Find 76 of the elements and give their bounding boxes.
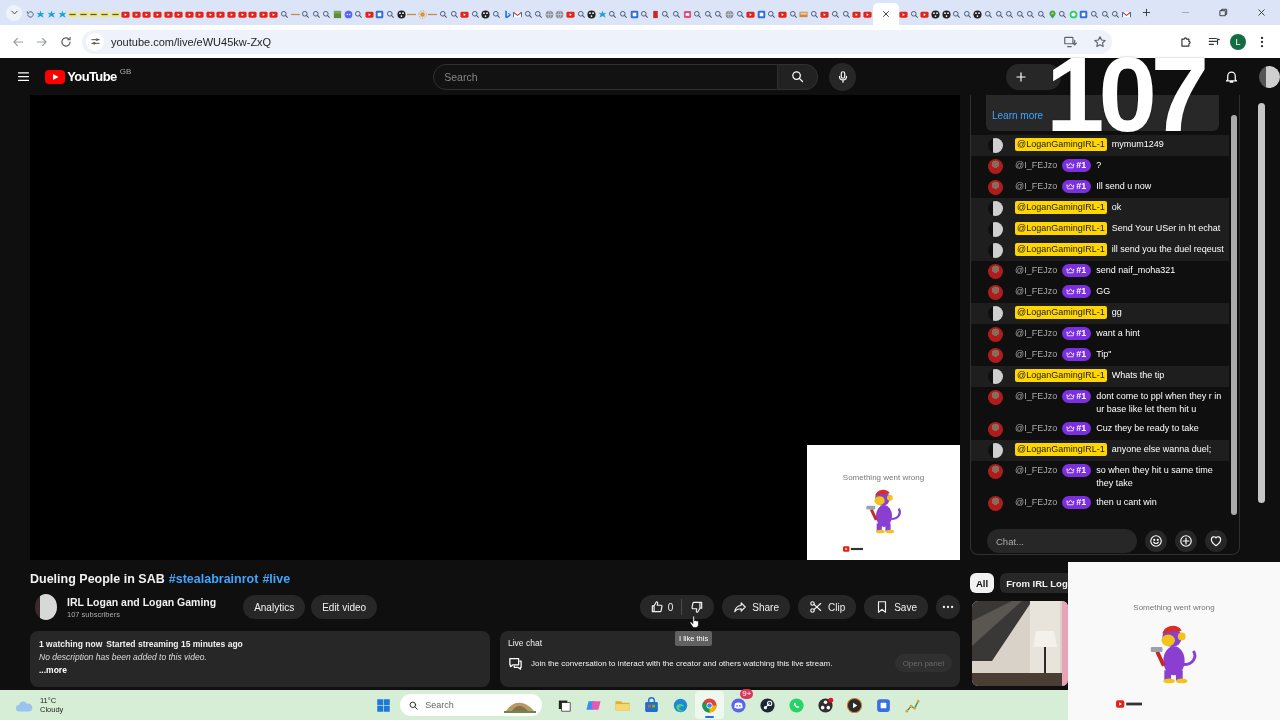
author-name[interactable]: @I_FEJzo [1015, 264, 1058, 277]
message-text: Cuz they be ready to take [1096, 422, 1200, 435]
message-text: GG [1096, 285, 1112, 298]
message-text: want a hint [1096, 327, 1141, 340]
author-name[interactable]: @I_FEJzo [1015, 348, 1058, 361]
message-text: gg [1111, 306, 1123, 319]
author-name[interactable]: @LoganGamingIRL-1 [1015, 222, 1107, 235]
rank-label: #1 [1076, 422, 1087, 435]
region-label: GB [119, 67, 132, 76]
message-text: Send Your USer in ht echat [1111, 222, 1222, 235]
message-text: ok [1111, 201, 1123, 214]
save-button[interactable]: Save [864, 595, 928, 619]
author-name[interactable]: @I_FEJzo [1015, 422, 1058, 435]
taskbar-search-field[interactable]: Search [400, 694, 543, 716]
edit-video-button[interactable]: Edit video [311, 595, 378, 619]
taskbar-app[interactable]: 9+ [724, 691, 754, 719]
share-button[interactable]: Share [722, 595, 790, 619]
message-text: so when they hit u same time they take [1096, 464, 1214, 490]
rank-label: #1 [1076, 285, 1087, 298]
rank-label: #1 [1076, 390, 1087, 403]
error-message: Something went wrong [1133, 603, 1215, 612]
message-text: ? [1096, 159, 1103, 172]
message-text: Whats the tip [1111, 369, 1166, 382]
description-panel[interactable]: 1 watching now Started streaming 15 minutes ago No description has been added to this video. ...more [30, 631, 490, 687]
author-name[interactable]: @I_FEJzo [1015, 390, 1058, 403]
rank-label: #1 [1076, 159, 1087, 172]
rank-label: #1 [1076, 464, 1087, 477]
rank-label: #1 [1076, 496, 1087, 509]
author-name[interactable]: @LoganGamingIRL-1 [1015, 243, 1107, 256]
author-name[interactable]: @LoganGamingIRL-1 [1015, 138, 1107, 151]
learn-more-link[interactable]: Learn more [992, 110, 1044, 121]
like-button[interactable]: 0 [639, 599, 683, 615]
author-name[interactable]: @I_FEJzo [1015, 285, 1058, 298]
author-name[interactable]: @I_FEJzo [1015, 327, 1058, 340]
prompt-text: Join the conversation to interact with the creator and others watching this live stream. [531, 658, 833, 668]
message-text: Ill send u now [1096, 180, 1153, 193]
address-field[interactable]: youtube.com/live/eWU45kw-ZxQ [82, 29, 1112, 54]
author-name[interactable]: @LoganGamingIRL-1 [1015, 369, 1107, 382]
author-name[interactable]: @I_FEJzo [1015, 159, 1058, 172]
youtube-logo[interactable]: YouTube [45, 69, 117, 84]
notification-count: 9+ [740, 689, 754, 699]
miniplayer[interactable]: Something went wrong [807, 445, 960, 560]
error-message: Something went wrong [842, 473, 925, 482]
search-placeholder: Search [425, 700, 454, 710]
message-text: Tip" [1096, 348, 1113, 361]
counter-overlay: 107 [1046, 56, 1204, 134]
url-text: youtube.com/live/eWU45kw-ZxQ [111, 35, 272, 48]
message-text: mymum1249 [1111, 138, 1165, 151]
channel-name[interactable]: IRL Logan and Logan Gaming [67, 595, 217, 608]
hashtag-link[interactable]: #stealabrainrot [168, 571, 259, 587]
more-link[interactable]: ...more [39, 665, 481, 675]
filter-chip[interactable]: All [970, 573, 995, 593]
rank-label: #1 [1076, 264, 1087, 277]
message-text: anyone else wanna duel; [1111, 443, 1213, 456]
message-text: ill send you the duel reqeust [1111, 243, 1225, 256]
author-name[interactable]: @I_FEJzo [1015, 180, 1058, 193]
hashtag-link[interactable]: #live [262, 571, 291, 587]
panel-title: Live chat [508, 638, 543, 648]
stream-start-time: Started streaming 15 minutes ago [106, 639, 243, 649]
message-text: dont come to ppl when they r in ur base like let them hit u [1096, 390, 1223, 416]
view-count: 1 watching now [39, 639, 103, 649]
rank-label: #1 [1076, 180, 1087, 193]
profile-button[interactable]: L [1230, 33, 1246, 50]
author-name[interactable]: @I_FEJzo [1015, 464, 1058, 477]
message-text: send naif_moha321 [1096, 264, 1177, 277]
author-name[interactable]: @LoganGamingIRL-1 [1015, 443, 1107, 456]
rank-label: #1 [1076, 327, 1087, 340]
video-title: Dueling People in SAB [30, 571, 165, 587]
rank-label: #1 [1076, 348, 1087, 361]
message-text: then u cant win [1096, 496, 1158, 509]
clip-button[interactable]: Clip [797, 595, 857, 619]
author-name[interactable]: @LoganGamingIRL-1 [1015, 306, 1107, 319]
author-name[interactable]: @LoganGamingIRL-1 [1015, 201, 1107, 214]
analytics-button[interactable]: Analytics [243, 595, 306, 619]
description-text: No description has been added to this video. [39, 652, 208, 662]
author-name[interactable]: @I_FEJzo [1015, 496, 1058, 509]
